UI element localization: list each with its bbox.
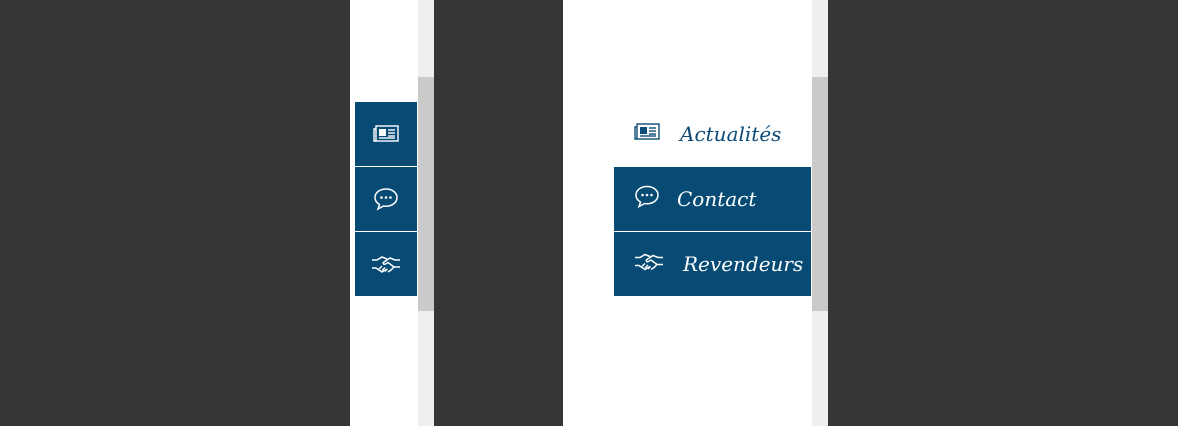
- handshake-icon: [634, 252, 664, 277]
- menu-item-label: Actualités: [680, 122, 782, 146]
- handshake-icon: [371, 254, 401, 274]
- speech-bubble-icon: [634, 185, 660, 214]
- news-button[interactable]: [355, 102, 417, 166]
- menu-item-label: Revendeurs: [683, 252, 804, 276]
- newspaper-icon: [634, 122, 660, 146]
- speech-bubble-icon: [373, 187, 399, 211]
- resellers-button[interactable]: [355, 232, 417, 296]
- menu-item-label: Contact: [677, 187, 757, 211]
- menu-item-actualites[interactable]: Actualités: [614, 102, 811, 166]
- newspaper-icon: [373, 125, 399, 143]
- contact-button[interactable]: [355, 167, 417, 231]
- menu-item-contact[interactable]: Contact: [614, 167, 811, 231]
- scrollbar-thumb[interactable]: [418, 77, 434, 311]
- scrollbar-thumb[interactable]: [812, 77, 828, 311]
- menu-item-revendeurs[interactable]: Revendeurs: [614, 232, 811, 296]
